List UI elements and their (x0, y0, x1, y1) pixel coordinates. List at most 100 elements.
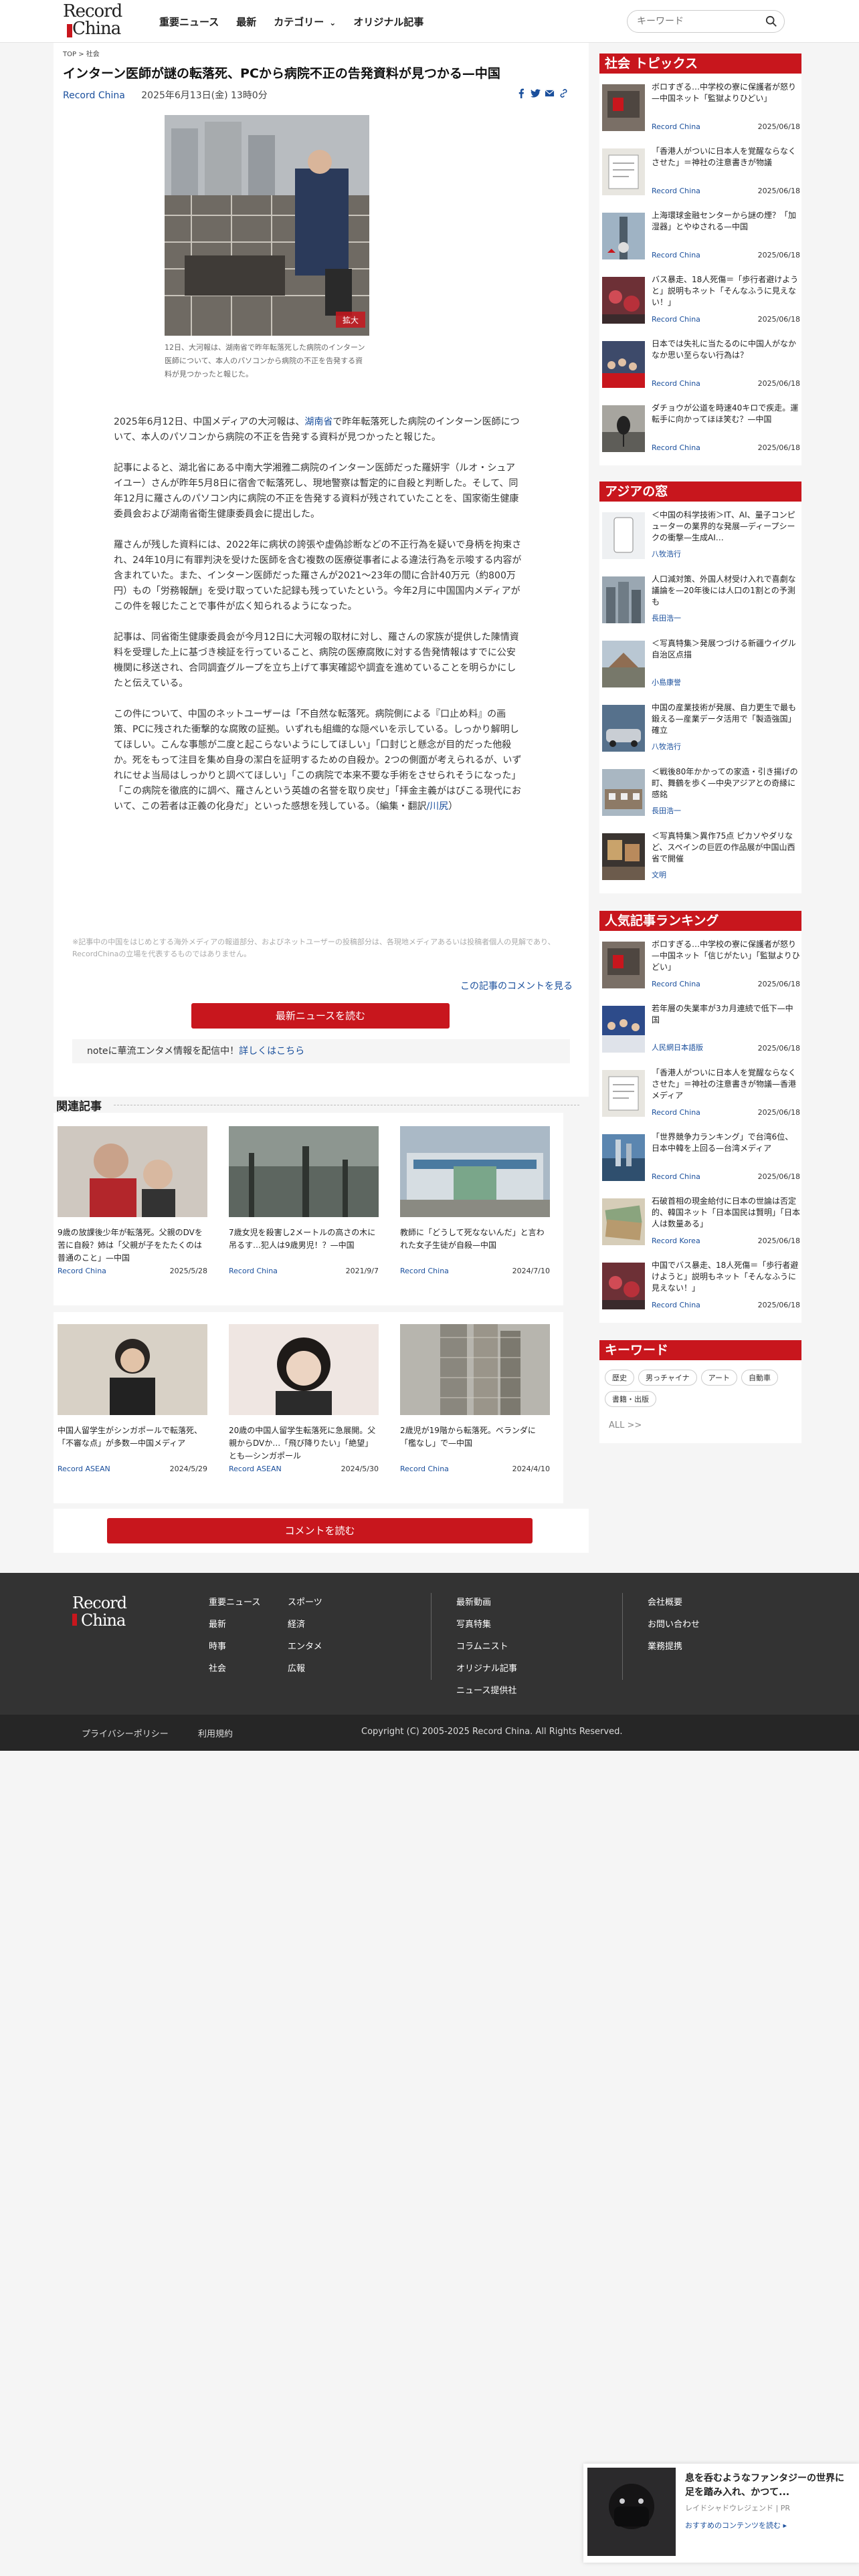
footer-link[interactable]: 時事 (209, 1636, 260, 1658)
asia-item[interactable]: ＜戦後80年かかっての家造・引き揚げの町、舞鶴を歩く—中央アジアとの奇縁に感銘 … (602, 765, 800, 821)
topic-date: 2025/06/18 (757, 122, 800, 131)
footer-bottom-bar: プライバシーポリシー 利用規約 Copyright (C) 2005-2025 … (0, 1715, 859, 1751)
footer-link[interactable]: 最新 (209, 1614, 260, 1636)
latest-news-button[interactable]: 最新ニュースを読む (191, 1003, 450, 1029)
footer-link[interactable]: ニュース提供社 (456, 1680, 517, 1702)
article-date: 2025年6月13日(金) 13時0分 (141, 90, 268, 101)
ad-widget[interactable]: 息を呑むようなファンタジーの世界に足を踏み入れ、かつて... レイドシャドウレジ… (583, 2464, 859, 2563)
ranking-item[interactable]: ボロすぎる…中学校の寮に保護者が怒り—中国ネット「信じがたい」「監獄よりひどい」… (602, 938, 800, 994)
ad-cta[interactable]: おすすめのコンテンツを読む ▸ (685, 2520, 787, 2531)
search-box (627, 10, 785, 33)
link-icon[interactable] (559, 88, 569, 98)
keyword-tag[interactable]: 歴史 (605, 1370, 634, 1386)
facebook-icon[interactable] (516, 88, 527, 98)
breadcrumb[interactable]: TOP > 社会 (63, 48, 100, 58)
terms-link[interactable]: 利用規約 (198, 1727, 233, 1739)
related-title: 2歳児が19階から転落死。ベランダに「檻なし」で—中国 (400, 1426, 536, 1448)
article-source[interactable]: Record China (63, 90, 125, 101)
topic-source: Record China (652, 187, 700, 195)
ranking-source: Record Korea (652, 1237, 700, 1245)
keyword-tag[interactable]: 男っチャイナ (638, 1370, 697, 1386)
search-icon[interactable] (765, 15, 777, 27)
view-comments-link[interactable]: この記事のコメントを見る (460, 979, 573, 992)
ranking-item[interactable]: 若年層の失業率が3カ月連続で低下—中国 人民網日本語版 2025/06/18 (602, 1002, 800, 1058)
copyright-text: Copyright (C) 2005-2025 Record China. Al… (361, 1727, 623, 1737)
site-logo[interactable]: Record China (63, 3, 136, 40)
footer-link[interactable]: 最新動画 (456, 1592, 517, 1614)
related-source: Record China (400, 1267, 449, 1275)
mail-icon[interactable] (545, 88, 555, 98)
related-card[interactable]: 教師に「どうして死なないんだ」と言われた女子生徒が自殺—中国 Record Ch… (400, 1126, 550, 1275)
footer-logo-bottom: China (81, 1611, 126, 1630)
article-body: 2025年6月12日、中国メディアの大河報は、湖南省で昨年転落死した病院のインタ… (114, 415, 523, 830)
footer-link[interactable]: 広報 (288, 1658, 322, 1680)
topic-item[interactable]: 日本では失礼に当たるのに中国人がなかなか思い至らない行為は？ Record Ch… (602, 337, 800, 393)
footer-link[interactable]: スポーツ (288, 1592, 322, 1614)
asia-thumb (602, 641, 645, 687)
topics-heading: 社会 トピックス (599, 53, 801, 74)
related-thumb (58, 1126, 207, 1217)
nav-latest[interactable]: 最新 (236, 15, 256, 29)
footer-link[interactable]: お問い合わせ (648, 1614, 700, 1636)
footer-logo[interactable]: Record China (72, 1594, 127, 1630)
twitter-icon[interactable] (531, 88, 541, 98)
ranking-date: 2025/06/18 (757, 1301, 800, 1309)
topic-item[interactable]: バス暴走、18人死傷＝「歩行者避けようと」説明もネット「そんなふうに見えない！」… (602, 273, 800, 329)
footer-link[interactable]: コラムニスト (456, 1636, 517, 1658)
topic-item[interactable]: 上海環球金融センターから謎の煙？「加湿器」とやゆされる—中国 Record Ch… (602, 209, 800, 265)
topic-item[interactable]: ダチョウが公道を時速40キロで疾走。運転手に向かってほほ笑む？—中国 Recor… (602, 401, 800, 457)
ranking-item[interactable]: 「香港人がついに日本人を覚醒ならなくさせた」＝神社の注意書きが物議—香港メディア… (602, 1066, 800, 1122)
related-title: 中国人留学生がシンガポールで転落死、「不審な点」が多数—中国メディア (58, 1426, 203, 1448)
footer-link[interactable]: 経済 (288, 1614, 322, 1636)
related-thumb (229, 1324, 379, 1415)
article-photo[interactable]: 拡大 (165, 115, 369, 336)
related-card[interactable]: 中国人留学生がシンガポールで転落死、「不審な点」が多数—中国メディア Recor… (58, 1324, 207, 1473)
related-card[interactable]: 9歳の放課後少年が転落死。父親のDVを苦に自殺？姉は「父親が子をたたくのは普通の… (58, 1126, 207, 1275)
ranking-thumb (602, 1070, 645, 1117)
keyword-tag[interactable]: 自動車 (741, 1370, 779, 1386)
topic-item[interactable]: ボロすぎる…中学校の寮に保護者が怒り—中国ネット「監獄よりひどい」 Record… (602, 80, 800, 136)
asia-item[interactable]: ＜写真特集＞発展つづける新疆ウイグル自治区点描 小島康誉 (602, 637, 800, 693)
related-card[interactable]: 20歳の中国人留学生転落死に急展開。父親からDVか…「飛び降りたい」「絶望」とも… (229, 1324, 379, 1473)
privacy-policy-link[interactable]: プライバシーポリシー (82, 1727, 169, 1739)
topic-item[interactable]: 「香港人がついに日本人を覚醒ならなくさせた」＝神社の注意書きが物議 Record… (602, 144, 800, 201)
footer-link[interactable]: 社会 (209, 1658, 260, 1680)
topic-source: Record China (652, 251, 700, 259)
enlarge-badge: 拡大 (343, 316, 359, 325)
disclaimer: ※記事中の中国をはじめとする海外メディアの報道部分、およびネットユーザーの投稿部… (72, 938, 555, 958)
related-card[interactable]: 7歳女児を殺害し2メートルの高さの木に吊るす…犯人は9歳男児！？—中国 Reco… (229, 1126, 379, 1275)
search-input[interactable] (637, 15, 757, 28)
ranking-title: 「香港人がついに日本人を覚醒ならなくさせた」＝神社の注意書きが物議—香港メディア (652, 1068, 797, 1100)
ranking-thumb (602, 1263, 645, 1309)
asia-thumb (602, 512, 645, 559)
asia-item[interactable]: 中国の産業技術が発展、自力更生で最も鍛える—産業データ活用で「製造強国」確立 八… (602, 701, 800, 757)
asia-item[interactable]: ＜中国の科学技術＞IT、AI、量子コンピューターの業界的な発展—ディープシークの… (602, 508, 800, 564)
asia-item[interactable]: ＜写真特集＞異作75点 ピカソやダリなど、スペインの巨匠の作品展が中国山西省で開… (602, 829, 800, 885)
footer-link[interactable]: 重要ニュース (209, 1592, 260, 1614)
asia-item[interactable]: 人口減対策、外国人材受け入れで喜劇な議論を—20年後には人口の1割との予測も 長… (602, 572, 800, 629)
footer-link[interactable]: 写真特集 (456, 1614, 517, 1636)
ranking-item[interactable]: 「世界競争力ランキング」で台湾6位、日本中韓を上回る—台湾メディア Record… (602, 1130, 800, 1186)
keyword-tag[interactable]: 書籍・出版 (605, 1391, 656, 1407)
ranking-item[interactable]: 石破首相の現金給付に日本の世論は否定的、韓国ネット「日本国民は賢明」「日本人は数… (602, 1194, 800, 1251)
footer-link[interactable]: オリジナル記事 (456, 1658, 517, 1680)
footer-link[interactable]: エンタメ (288, 1636, 322, 1658)
footer-link[interactable]: 業務提携 (648, 1636, 700, 1658)
keyword-all-link[interactable]: ALL >> (609, 1420, 642, 1430)
nav-category[interactable]: カテゴリー ⌄ (274, 15, 336, 29)
related-card[interactable]: 2歳児が19階から転落死。ベランダに「檻なし」で—中国 Record China… (400, 1324, 550, 1473)
related-source: Record ASEAN (58, 1465, 110, 1473)
read-comments-button[interactable]: コメントを読む (107, 1518, 533, 1543)
hunan-link[interactable]: 湖南省 (304, 417, 332, 427)
nav-category-label: カテゴリー (274, 16, 324, 28)
note-details-link[interactable]: 詳しくはこちら (239, 1046, 304, 1057)
footer-link[interactable]: 会社概要 (648, 1592, 700, 1614)
nav-original[interactable]: オリジナル記事 (353, 15, 423, 29)
ranking-item[interactable]: 中国でバス暴走、18人死傷＝「歩行者避けようと」説明もネット「そんなふうに見えな… (602, 1259, 800, 1315)
nav-important-news[interactable]: 重要ニュース (159, 15, 219, 29)
editor-link[interactable]: /川尻 (426, 801, 448, 812)
keyword-tag[interactable]: アート (700, 1370, 738, 1386)
ranking-title: 石破首相の現金給付に日本の世論は否定的、韓国ネット「日本国民は賢明」「日本人は数… (652, 1196, 800, 1228)
related-source: Record ASEAN (229, 1465, 282, 1473)
photo-caption: 12日、大河報は、湖南省で昨年転落死した病院のインターン医師について、本人のパソ… (165, 343, 365, 379)
